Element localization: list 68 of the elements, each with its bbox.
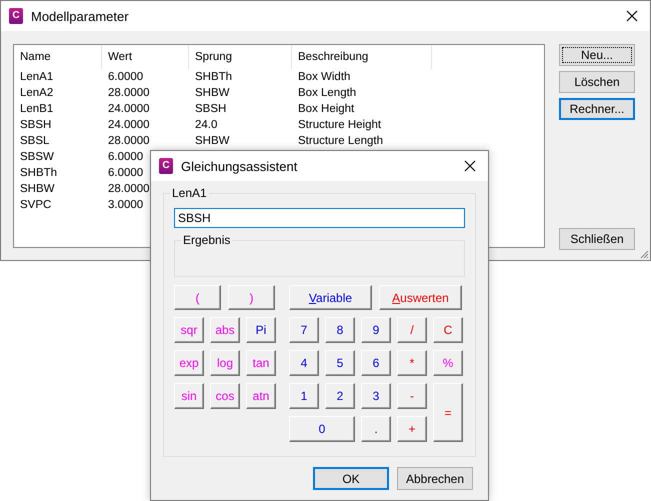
calculator-key[interactable]: 0: [289, 416, 355, 442]
calculator-key[interactable]: 5: [325, 350, 355, 376]
table-cell: Box Length: [298, 87, 356, 99]
table-cell: SHBW: [195, 87, 230, 99]
table-cell: SHBW: [20, 183, 54, 195]
app-icon: C: [9, 8, 23, 24]
calculator-key[interactable]: .: [361, 416, 391, 442]
calculator-key[interactable]: 1: [289, 383, 319, 409]
dialog-button[interactable]: OK: [313, 467, 389, 490]
calculator-key[interactable]: -: [397, 383, 427, 409]
table-cell: 6.0000: [108, 71, 144, 83]
table-cell: SVPC: [20, 199, 52, 211]
calculator-key[interactable]: Auswerten: [379, 285, 462, 310]
calculator-key[interactable]: 4: [289, 350, 319, 376]
calculator-key[interactable]: Variable: [289, 285, 372, 310]
calculator-key[interactable]: 9: [361, 317, 391, 343]
table-cell: Structure Length: [298, 135, 384, 147]
table-cell: Box Width: [298, 71, 350, 83]
expression-field[interactable]: SBSH: [174, 208, 465, 228]
table-cell: 24.0000: [108, 103, 150, 115]
table-cell: SBSW: [20, 151, 54, 163]
close-icon[interactable]: [626, 10, 638, 22]
resize-grip-icon[interactable]: [639, 249, 649, 259]
table-cell: SBSL: [20, 135, 50, 147]
table-cell: Structure Height: [298, 119, 382, 131]
calculator-key[interactable]: Pi: [246, 317, 276, 343]
calculator-key[interactable]: 3: [361, 383, 391, 409]
table-cell: SHBTh: [20, 167, 58, 179]
table-cell: SBSH: [20, 119, 52, 131]
column-header[interactable]: Sprung: [189, 45, 292, 69]
dialog-button[interactable]: Abbrechen: [397, 467, 473, 490]
column-header[interactable]: Wert: [102, 45, 189, 69]
table-cell: 28.0000: [108, 87, 150, 99]
calculator-key[interactable]: 2: [325, 383, 355, 409]
table-cell: LenA1: [20, 71, 54, 83]
calculator-key[interactable]: 8: [325, 317, 355, 343]
table-cell: 6.0000: [108, 167, 144, 179]
calculator-key[interactable]: =: [433, 383, 463, 442]
close-button[interactable]: Schließen: [559, 228, 635, 250]
table-cell: Box Height: [298, 103, 354, 115]
window-title: Modellparameter: [31, 8, 130, 24]
result-label: Ergebnis: [181, 233, 232, 247]
table-cell: 28.0000: [108, 135, 150, 147]
calculator-key[interactable]: C: [433, 317, 463, 343]
table-cell: 24.0000: [108, 119, 150, 131]
app-icon: C: [159, 158, 173, 174]
calculator-key[interactable]: +: [397, 416, 427, 442]
table-cell: SHBTh: [195, 71, 232, 83]
table-cell: LenB1: [20, 103, 54, 115]
table-cell: 24.0: [195, 119, 218, 131]
close-icon[interactable]: [464, 160, 476, 172]
calculator-key[interactable]: *: [397, 350, 427, 376]
group-label: LenA1: [170, 186, 209, 200]
calculator-key[interactable]: /: [397, 317, 427, 343]
dialog-button[interactable]: Rechner...: [559, 98, 635, 120]
table-cell: LenA2: [20, 87, 54, 99]
column-header[interactable]: Beschreibung: [292, 45, 432, 69]
window-title: Gleichungsassistent: [181, 158, 298, 174]
calculator-key[interactable]: 6: [361, 350, 391, 376]
table-cell: 28.0000: [108, 183, 150, 195]
table-cell: SBSH: [195, 103, 226, 115]
table-cell: SHBW: [195, 135, 230, 147]
dialog-button[interactable]: Neu...: [559, 44, 635, 66]
table-cell: 6.0000: [108, 151, 144, 163]
table-cell: 3.0000: [108, 199, 144, 211]
column-header[interactable]: Name: [14, 45, 102, 69]
calculator-key[interactable]: 7: [289, 317, 319, 343]
dialog-button[interactable]: Löschen: [559, 71, 635, 93]
